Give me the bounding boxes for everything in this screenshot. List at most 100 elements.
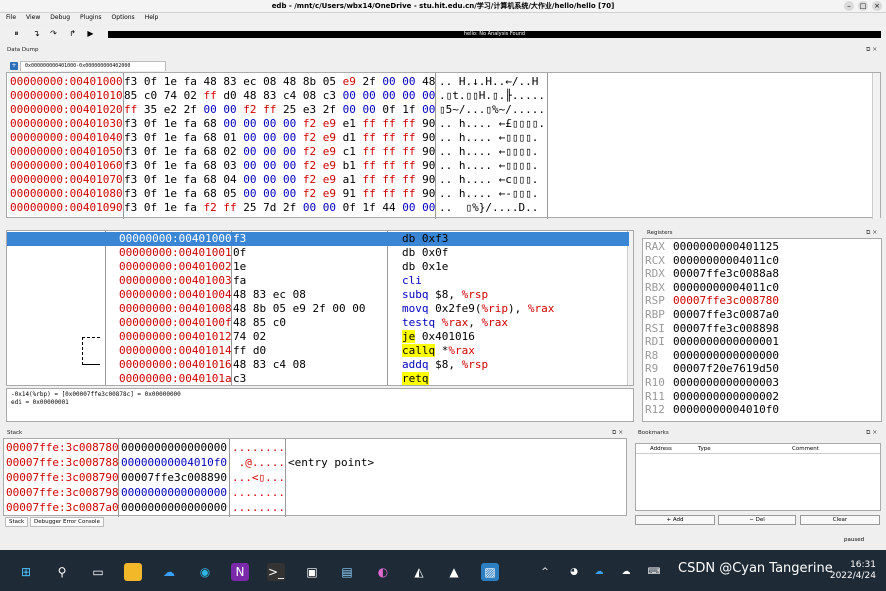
instruction-row[interactable]: 00000000:0040100f 48 85 c0 testq %rax, %ra… (7, 316, 629, 330)
step-out-icon[interactable]: ↱ (68, 29, 77, 38)
menu-debug[interactable]: Debug (50, 13, 70, 23)
delete-bookmark-button[interactable]: − Del (718, 515, 796, 525)
dump-address[interactable]: 00000000:00401090 (10, 201, 123, 215)
dump-hex[interactable]: f3 0f 1e fa f2 ff 25 7d 2f 00 00 0f 1f 4… (124, 201, 435, 215)
dump-hex[interactable]: f3 0f 1e fa 68 03 00 00 00 f2 e9 b1 ff f… (124, 159, 435, 173)
dump-address[interactable]: 00000000:00401080 (10, 187, 123, 201)
dump-ascii[interactable]: .. H.↓.H..←/..H (439, 75, 538, 89)
panel-float-icon[interactable]: ⧉ × (866, 46, 877, 54)
dump-ascii[interactable]: .. h.... ←▯▯▯▯. (439, 145, 538, 159)
dump-ascii[interactable]: .. h.... ←▯▯▯▯. (439, 131, 538, 145)
edb-taskbar-icon[interactable]: ◭ (410, 563, 428, 581)
dump-ascii[interactable]: .. h.... ←-▯▯▯. (439, 187, 538, 201)
dump-hex[interactable]: 85 c0 74 02 ff d0 48 83 c4 08 c3 00 00 0… (124, 89, 435, 103)
instruction-row[interactable]: 00000000:0040101a c3 retq (7, 372, 629, 385)
dump-hex[interactable]: f3 0f 1e fa 48 83 ec 08 48 8b 05 e9 2f 0… (124, 75, 435, 89)
dump-ascii[interactable]: ▯5~/...▯%~/..... (439, 103, 545, 117)
register-value[interactable]: 00000000004010f0 (673, 403, 779, 416)
start-icon[interactable]: ⊞ (17, 563, 35, 581)
run-icon[interactable]: ▶ (86, 29, 95, 38)
task-view-icon[interactable]: ▭ (89, 563, 107, 581)
register-value[interactable]: 00007ffe3c0087a0 (673, 308, 779, 321)
register-value[interactable]: 00000000004011c0 (673, 281, 779, 294)
registers-float-icon[interactable]: ⧉ × (866, 229, 877, 237)
linux-icon[interactable]: ▲ (445, 563, 463, 581)
col-comment[interactable]: Comment (792, 444, 819, 454)
col-address[interactable]: Address (650, 444, 672, 454)
dump-hex[interactable]: f3 0f 1e fa 68 01 00 00 00 f2 e9 d1 ff f… (124, 131, 435, 145)
instruction-row[interactable]: 00000000:00401008 48 8b 05 e9 2f 00 00 mov… (7, 302, 629, 316)
dump-address[interactable]: 00000000:00401040 (10, 131, 123, 145)
menu-file[interactable]: File (6, 13, 16, 23)
app-icon[interactable]: ▣ (303, 563, 321, 581)
file-explorer-icon[interactable] (124, 563, 142, 581)
dump-ascii[interactable]: .. ▯%}/....D.. (439, 201, 538, 215)
search-icon[interactable]: ⚲ (53, 563, 71, 581)
stack-float-icon[interactable]: ⧉ × (612, 429, 623, 437)
menu-help[interactable]: Help (145, 13, 159, 23)
register-value[interactable]: 00007ffe3c008898 (673, 322, 779, 335)
register-value[interactable]: 0000000000000002 (673, 390, 779, 403)
dump-address[interactable]: 00000000:00401000 (10, 75, 123, 89)
bookmarks-float-icon[interactable]: ⧉ × (866, 429, 877, 437)
current-instruction-row[interactable]: 00000000:00401000 f3 db 0xf3 (7, 232, 629, 246)
terminal-icon[interactable]: >_ (267, 563, 285, 581)
col-type[interactable]: Type (698, 444, 711, 454)
instruction-row[interactable]: 00000000:00401002 1e db 0x1e (7, 260, 629, 274)
menu-plugins[interactable]: Plugins (80, 13, 102, 23)
dump-hex[interactable]: f3 0f 1e fa 68 05 00 00 00 f2 e9 91 ff f… (124, 187, 435, 201)
register-value[interactable]: 00007f20e7619d50 (673, 362, 779, 375)
dump-ascii[interactable]: .. h.... ←▯▯▯▯. (439, 159, 538, 173)
close-button[interactable]: × (872, 1, 882, 11)
register-value[interactable]: 00007ffe3c008780 (673, 294, 779, 307)
tab-stack[interactable]: Stack (5, 517, 29, 527)
clear-bookmarks-button[interactable]: Clear (800, 515, 880, 525)
tab-error-console[interactable]: Debugger Error Console (30, 517, 104, 527)
dump-hex[interactable]: f3 0f 1e fa 68 00 00 00 00 f2 e9 e1 ff f… (124, 117, 435, 131)
notepad-icon[interactable]: ▤ (338, 563, 356, 581)
dump-scrollbar[interactable] (872, 73, 880, 219)
dump-address[interactable]: 00000000:00401060 (10, 159, 123, 173)
step-into-icon[interactable]: ↴ (32, 29, 41, 38)
register-value[interactable]: 0000000000000003 (673, 376, 779, 389)
new-tab-icon[interactable]: + (10, 62, 18, 70)
onedrive-icon[interactable]: ☁ (160, 563, 178, 581)
tray-expand-icon[interactable]: ^ (536, 563, 554, 581)
maximize-button[interactable]: □ (858, 1, 868, 11)
dump-address[interactable]: 00000000:00401010 (10, 89, 123, 103)
register-value[interactable]: 00007ffe3c0088a8 (673, 267, 779, 280)
register-value[interactable]: 0000000000401125 (673, 240, 779, 253)
instruction-row[interactable]: 00000000:00401004 48 83 ec 08 subq $8, %rs… (7, 288, 629, 302)
dump-hex[interactable]: f3 0f 1e fa 68 02 00 00 00 f2 e9 c1 ff f… (124, 145, 435, 159)
menu-options[interactable]: Options (112, 13, 135, 23)
browser-icon[interactable]: ◐ (374, 563, 392, 581)
add-bookmark-button[interactable]: + Add (635, 515, 715, 525)
tray-cloud-icon[interactable]: ☁ (590, 563, 608, 581)
instruction-row[interactable]: 00000000:00401001 0f db 0x0f (7, 246, 629, 260)
dump-hex[interactable]: f3 0f 1e fa 68 04 00 00 00 f2 e9 a1 ff f… (124, 173, 435, 187)
instruction-row[interactable]: 00000000:00401003 fa cli (7, 274, 629, 288)
dump-address[interactable]: 00000000:00401030 (10, 117, 123, 131)
tab-dump-range[interactable]: 0x000000000401000-0x000000000402000 (20, 61, 166, 71)
register-value[interactable]: 00000000004011c0 (673, 254, 779, 267)
instruction-row[interactable]: 00000000:00401012 74 02 je 0x401016 (7, 330, 629, 344)
dump-address[interactable]: 00000000:00401020 (10, 103, 123, 117)
dump-address[interactable]: 00000000:00401070 (10, 173, 123, 187)
onenote-icon[interactable]: N (231, 563, 249, 581)
ime-icon[interactable]: ⌨ (645, 563, 663, 581)
clock[interactable]: 16:31 2022/4/24 (830, 560, 876, 582)
register-value[interactable]: 0000000000000001 (673, 335, 779, 348)
qq-icon[interactable]: ◕ (565, 563, 583, 581)
dump-hex[interactable]: ff 35 e2 2f 00 00 f2 ff 25 e3 2f 00 00 0… (124, 103, 435, 117)
edge-icon[interactable]: ◉ (196, 563, 214, 581)
register-value[interactable]: 0000000000000000 (673, 349, 779, 362)
menu-view[interactable]: View (26, 13, 40, 23)
photos-icon[interactable]: ▨ (481, 563, 499, 581)
dump-address[interactable]: 00000000:00401050 (10, 145, 123, 159)
instruction-row[interactable]: 00000000:00401016 48 83 c4 08 addq $8, %rs… (7, 358, 629, 372)
minimize-button[interactable]: – (844, 1, 854, 11)
dump-ascii[interactable]: .. h.... ←c▯▯▯. (439, 173, 538, 187)
tray-cloud2-icon[interactable]: ☁ (617, 563, 635, 581)
dump-ascii[interactable]: .. h.... ←£▯▯▯▯. (439, 117, 545, 131)
step-over-icon[interactable]: ↷ (49, 29, 58, 38)
